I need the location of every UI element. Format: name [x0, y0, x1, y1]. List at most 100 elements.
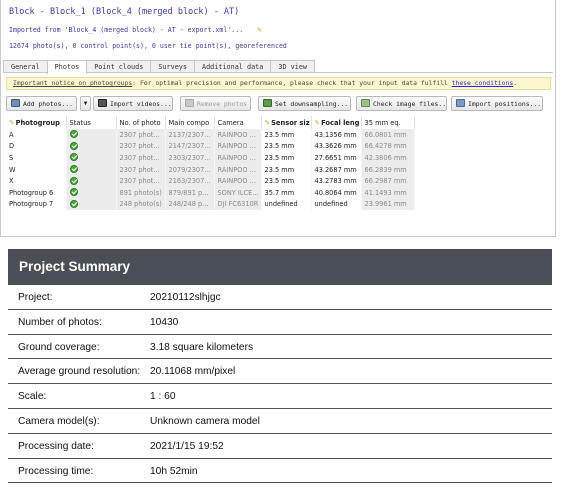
eq35-cell: 66.2987 mm [361, 175, 415, 187]
set-downsampling-label: Set downsampling... [275, 100, 349, 108]
photo-count-cell: 2307 phot... [116, 140, 166, 153]
summary-label: Project: [18, 292, 53, 303]
summary-label: Processing date: [18, 440, 94, 452]
summary-label: Average ground resolution: [18, 366, 141, 378]
status-cell [66, 198, 117, 211]
status-cell [66, 129, 117, 141]
status-cell [66, 140, 117, 153]
status-ok-icon [69, 153, 78, 162]
photo-count-cell: 2307 phot... [116, 175, 166, 187]
sensor-size-cell: undefined [261, 198, 312, 211]
pencil-icon: ✎ [264, 118, 271, 127]
summary-rows: Project: 20210112slhjgc Number of photos: 1… [8, 285, 552, 484]
camera-cell: RAINPOO ... [214, 163, 262, 176]
summary-value: Unknown camera model [150, 415, 260, 427]
sensor-size-cell: 23.5 mm [261, 175, 312, 187]
eq35-cell: 66.2839 mm [361, 163, 415, 176]
summary-label: Ground coverage: [18, 341, 100, 353]
add-photos-dropdown[interactable]: ▼ [80, 96, 91, 111]
column-header-35mm-eq[interactable]: 35 mm eq. [361, 116, 415, 129]
status-cell [66, 175, 117, 187]
column-header-photogroup[interactable]: ✎Photogroup [6, 116, 67, 129]
photogroup-name-cell: D [6, 140, 67, 153]
table-row[interactable]: A 2307 phot... 2137/2307... RAINPOO ... 23.5… [6, 129, 415, 141]
pencil-icon[interactable]: ✎ [257, 25, 262, 34]
notice-end: . [513, 79, 518, 87]
table-row[interactable]: W 2307 phot... 2079/2307... RAINPOO ... 23.5… [6, 163, 415, 176]
notice-label: Important notice on photogroups [13, 79, 133, 87]
downsampling-icon [263, 99, 272, 107]
set-downsampling-button[interactable]: Set downsampling... [258, 96, 351, 111]
summary-row: Project: 20210112slhjgc [8, 285, 552, 310]
camera-cell: RAINPOO ... [214, 129, 262, 141]
status-cell [66, 186, 117, 199]
sensor-size-cell: 23.5 mm [261, 163, 312, 176]
photogroup-name-cell: S [6, 152, 67, 164]
focal-length-cell: 43.1356 mm [311, 129, 362, 141]
import-videos-label: Import videos... [110, 100, 172, 108]
status-cell [66, 163, 117, 176]
notice-text: : For optimal precision and performance,… [132, 79, 452, 87]
conditions-link[interactable]: these conditions [452, 79, 514, 87]
check-image-files-button[interactable]: Check image files... [356, 96, 447, 111]
summary-value: 2021/1/15 19:52 [150, 440, 224, 452]
eq35-cell: 66.0801 mm [361, 129, 415, 141]
summary-label: Scale: [18, 391, 47, 403]
column-header-focal-length[interactable]: ✎Focal leng [311, 116, 362, 129]
table-row[interactable]: Photogroup 6 891 photo(s) 879/891 p... SONY… [6, 186, 415, 199]
photogroup-name-cell: A [6, 129, 67, 141]
summary-title: Project Summary [8, 249, 552, 285]
focal-length-cell: undefined [311, 198, 362, 211]
tab-photos[interactable]: Photos [46, 60, 88, 74]
main-component-cell: 2163/2307... [165, 175, 215, 187]
summary-row: Average ground resolution: 20.11068 mm/pi… [8, 359, 552, 385]
photogroup-name-cell: Photogroup 6 [6, 186, 67, 199]
camera-cell: SONY ILCE... [214, 186, 262, 199]
photo-count-cell: 2307 phot... [116, 163, 166, 176]
summary-value: 1 : 60 [150, 391, 176, 403]
video-icon [98, 99, 107, 107]
photogroups-table: ✎Photogroup Status No. of photo Main com… [6, 116, 551, 211]
camera-cell: RAINPOO ... [214, 152, 262, 164]
table-row[interactable]: S 2307 phot... 2303/2307... RAINPOO ... 23.5… [6, 152, 415, 164]
table-row[interactable]: D 2307 phot... 2147/2307... RAINPOO ... 23.5… [6, 140, 415, 153]
column-header-camera[interactable]: Camera [214, 116, 262, 129]
column-header-main-component[interactable]: Main compo [165, 116, 215, 129]
column-header-photo-count[interactable]: No. of photo [116, 116, 166, 129]
table-row[interactable]: X 2307 phot... 2163/2307... RAINPOO ... 23.5… [6, 175, 415, 187]
summary-label: Number of photos: [18, 316, 102, 328]
import-source-line: Imported from 'Block_4 (merged block) - … [9, 25, 262, 34]
status-ok-icon [69, 141, 78, 150]
summary-value: 10430 [150, 316, 179, 328]
main-component-cell: 879/891 p... [165, 186, 215, 199]
column-header-status[interactable]: Status [66, 116, 117, 129]
main-component-cell: 2079/2307... [165, 163, 215, 176]
status-ok-icon [69, 130, 78, 139]
table-header: ✎Photogroup Status No. of photo Main com… [6, 116, 415, 129]
main-component-cell: 248/248 p... [165, 198, 215, 211]
sensor-size-cell: 35.7 mm [261, 186, 312, 199]
summary-label: Camera model(s): [18, 415, 100, 427]
import-source-text: Imported from 'Block_4 (merged block) - … [9, 26, 244, 34]
summary-value: 20.11068 mm/pixel [150, 366, 236, 378]
remove-photos-label: Remove photos [197, 100, 248, 108]
summary-row: Ground coverage: 3.18 square kilometers [8, 335, 552, 360]
remove-photos-button[interactable]: Remove photos [180, 96, 251, 111]
camera-cell: RAINPOO ... [214, 175, 262, 187]
camera-cell: DJI FC6310R [214, 198, 262, 211]
table-row[interactable]: Photogroup 7 248 photo(s) 248/248 p... DJI … [6, 198, 415, 211]
eq35-cell: 42.3806 mm [361, 152, 415, 164]
check-files-icon [361, 99, 370, 107]
status-ok-icon [69, 188, 78, 197]
pencil-icon: ✎ [9, 118, 15, 127]
status-ok-icon [69, 165, 78, 174]
main-component-cell: 2137/2307... [165, 129, 215, 141]
import-positions-label: Import positions... [468, 100, 542, 108]
add-photos-button[interactable]: Add photos... [6, 96, 77, 111]
photogroup-name-cell: W [6, 163, 67, 176]
import-positions-button[interactable]: Import positions... [451, 96, 543, 111]
summary-label: Processing time: [18, 465, 94, 477]
column-header-sensor-size[interactable]: ✎Sensor siz [261, 116, 312, 129]
import-videos-button[interactable]: Import videos... [93, 96, 173, 111]
photo-count-cell: 248 photo(s) [116, 198, 166, 211]
